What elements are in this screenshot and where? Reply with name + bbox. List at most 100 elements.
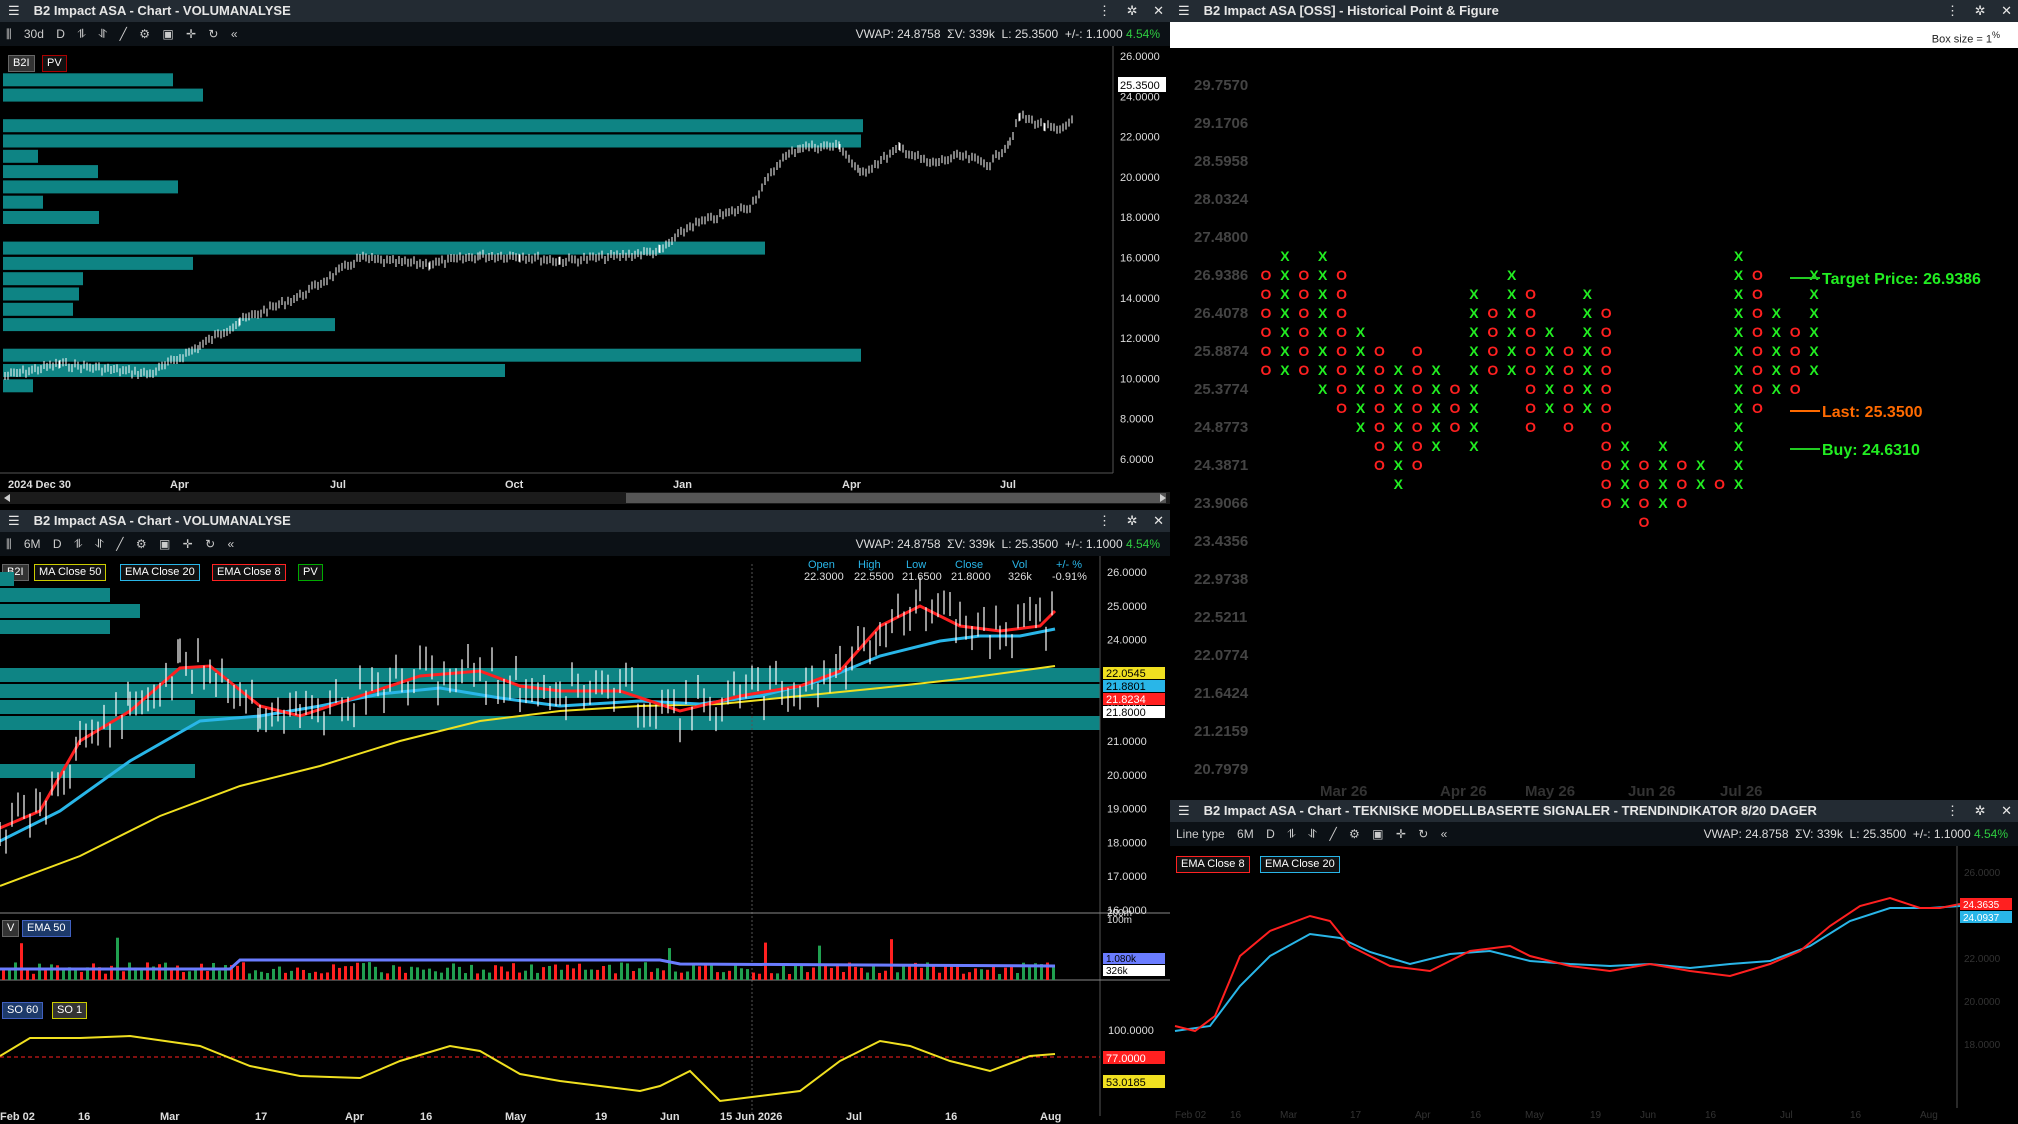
pf-x-mark: X — [1507, 362, 1517, 378]
change-pct-stat: 4.54% — [1125, 537, 1160, 551]
x-tick-label: Jul 26 — [1720, 783, 1763, 800]
more-icon[interactable]: ⋮ — [1946, 3, 1959, 18]
close-icon[interactable]: ✕ — [1153, 513, 1164, 528]
price-chart-long[interactable]: 26.0000 24.0000 22.0000 20.0000 18.0000 16.00… — [0, 46, 1170, 510]
candle-type-icon[interactable]: ⫼ — [6, 532, 12, 556]
draw-line-icon[interactable]: ╱ — [1329, 822, 1336, 846]
candle-type-icon[interactable]: ⫼ — [6, 22, 12, 46]
settings-icon[interactable]: ✲ — [1975, 3, 1986, 18]
crosshair-icon[interactable]: ✛ — [186, 22, 196, 46]
tag-so-60[interactable]: SO 60 — [2, 1002, 44, 1019]
indicator-icon[interactable]: ⥮ — [77, 22, 86, 46]
panel-trend-indicator: ☰ B2 Impact ASA - Chart - TEKNISKE MODEL… — [1170, 800, 2018, 1124]
point-figure-chart[interactable]: 29.7570 29.1706 28.5958 28.0324 27.4800 26.93… — [1170, 48, 2018, 800]
indicator-icon[interactable]: ⥮ — [74, 532, 83, 556]
x-tick-label: 16 — [1850, 1110, 1862, 1121]
refresh-icon[interactable]: ↻ — [1418, 822, 1428, 846]
volume-bar — [224, 965, 227, 980]
tag-volume[interactable]: V — [2, 920, 20, 937]
price-chart-6m[interactable]: Open High Low Close Vol +/- % 22.3000 22.5500 21… — [0, 556, 1170, 1124]
pf-o-mark: O — [1601, 438, 1612, 454]
gear-icon[interactable]: ⚙ — [1349, 822, 1360, 846]
gear-icon[interactable]: ⚙ — [139, 22, 150, 46]
y-tick-label: 26.0000 — [1107, 567, 1147, 579]
x-tick-label: Mar — [160, 1111, 180, 1123]
compare-icon[interactable]: ⥯ — [1308, 822, 1317, 846]
y-tick-label: 29.1706 — [1194, 115, 1248, 132]
crosshair-icon[interactable]: ✛ — [183, 532, 193, 556]
pf-x-mark: X — [1394, 419, 1404, 435]
collapse-icon[interactable]: « — [227, 532, 234, 556]
trend-indicator-chart[interactable]: 26.000024.000022.000020.000018.0000 24.3… — [1170, 846, 2018, 1124]
template-icon[interactable]: ▣ — [159, 532, 170, 556]
period-button[interactable]: D — [1266, 822, 1275, 846]
value-label: 22.0545 — [1106, 668, 1146, 680]
period-button[interactable]: D — [53, 532, 62, 556]
close-icon[interactable]: ✕ — [1153, 3, 1164, 18]
volume-bar — [242, 962, 245, 980]
interval-button[interactable]: 30d — [24, 22, 44, 46]
crosshair-icon[interactable]: ✛ — [1396, 822, 1406, 846]
pf-x-mark: X — [1696, 476, 1706, 492]
template-icon[interactable]: ▣ — [1372, 822, 1383, 846]
pf-o-mark: O — [1261, 305, 1272, 321]
close-icon[interactable]: ✕ — [2001, 3, 2012, 18]
settings-icon[interactable]: ✲ — [1127, 513, 1138, 528]
compare-icon[interactable]: ⥯ — [95, 532, 104, 556]
refresh-icon[interactable]: ↻ — [208, 22, 218, 46]
pf-x-mark: X — [1507, 286, 1517, 302]
pf-x-mark: X — [1280, 305, 1290, 321]
interval-button[interactable]: 6M — [24, 532, 41, 556]
pf-o-mark: O — [1752, 324, 1763, 340]
collapse-icon[interactable]: « — [1441, 822, 1448, 846]
pf-o-mark: O — [1676, 476, 1687, 492]
period-button[interactable]: D — [56, 22, 65, 46]
pf-x-mark: X — [1318, 248, 1328, 264]
pf-o-mark: O — [1525, 343, 1536, 359]
gear-icon[interactable]: ⚙ — [136, 532, 147, 556]
menu-icon[interactable]: ☰ — [1178, 800, 1190, 822]
line-type-button[interactable]: Line type — [1176, 822, 1225, 846]
draw-line-icon[interactable]: ╱ — [120, 22, 127, 46]
pf-o-mark: O — [1639, 514, 1650, 530]
ohlc-value: -0.91% — [1052, 571, 1087, 583]
interval-button[interactable]: 6M — [1237, 822, 1254, 846]
menu-icon[interactable]: ☰ — [1178, 0, 1190, 22]
more-icon[interactable]: ⋮ — [1946, 803, 1959, 818]
close-icon[interactable]: ✕ — [2001, 803, 2012, 818]
refresh-icon[interactable]: ↻ — [205, 532, 215, 556]
settings-icon[interactable]: ✲ — [1975, 803, 1986, 818]
template-icon[interactable]: ▣ — [162, 22, 173, 46]
menu-icon[interactable]: ☰ — [8, 0, 20, 22]
pf-x-mark: X — [1620, 457, 1630, 473]
pf-o-mark: O — [1525, 324, 1536, 340]
pf-o-mark: O — [1639, 457, 1650, 473]
pf-o-mark: O — [1601, 343, 1612, 359]
more-icon[interactable]: ⋮ — [1098, 513, 1111, 528]
more-icon[interactable]: ⋮ — [1098, 3, 1111, 18]
tag-ema-50[interactable]: EMA 50 — [22, 920, 71, 937]
tag-so-1[interactable]: SO 1 — [52, 1002, 88, 1019]
volume-bar — [470, 964, 473, 980]
pf-x-mark: X — [1809, 267, 1819, 283]
volume-bar — [410, 966, 413, 980]
pf-x-mark: X — [1394, 381, 1404, 397]
volume-bar — [164, 962, 167, 980]
pf-x-mark: X — [1318, 324, 1328, 340]
collapse-icon[interactable]: « — [231, 22, 238, 46]
volume-profile-bar — [3, 134, 861, 148]
pf-x-mark: X — [1394, 438, 1404, 454]
panel-titlebar: ☰ B2 Impact ASA - Chart - TEKNISKE MODEL… — [1170, 800, 2018, 822]
volume-bar — [512, 963, 515, 980]
menu-icon[interactable]: ☰ — [8, 510, 20, 532]
volume-bar — [50, 964, 53, 980]
volume-bar — [566, 964, 569, 980]
scrollbar-thumb[interactable] — [626, 493, 1166, 503]
draw-line-icon[interactable]: ╱ — [116, 532, 123, 556]
settings-icon[interactable]: ✲ — [1127, 3, 1138, 18]
compare-icon[interactable]: ⥯ — [98, 22, 107, 46]
volume-bar — [626, 963, 629, 980]
indicator-icon[interactable]: ⥮ — [1287, 822, 1296, 846]
pf-o-mark: O — [1487, 305, 1498, 321]
panel-title: B2 Impact ASA - Chart - VOLUMANALYSE — [33, 513, 291, 528]
